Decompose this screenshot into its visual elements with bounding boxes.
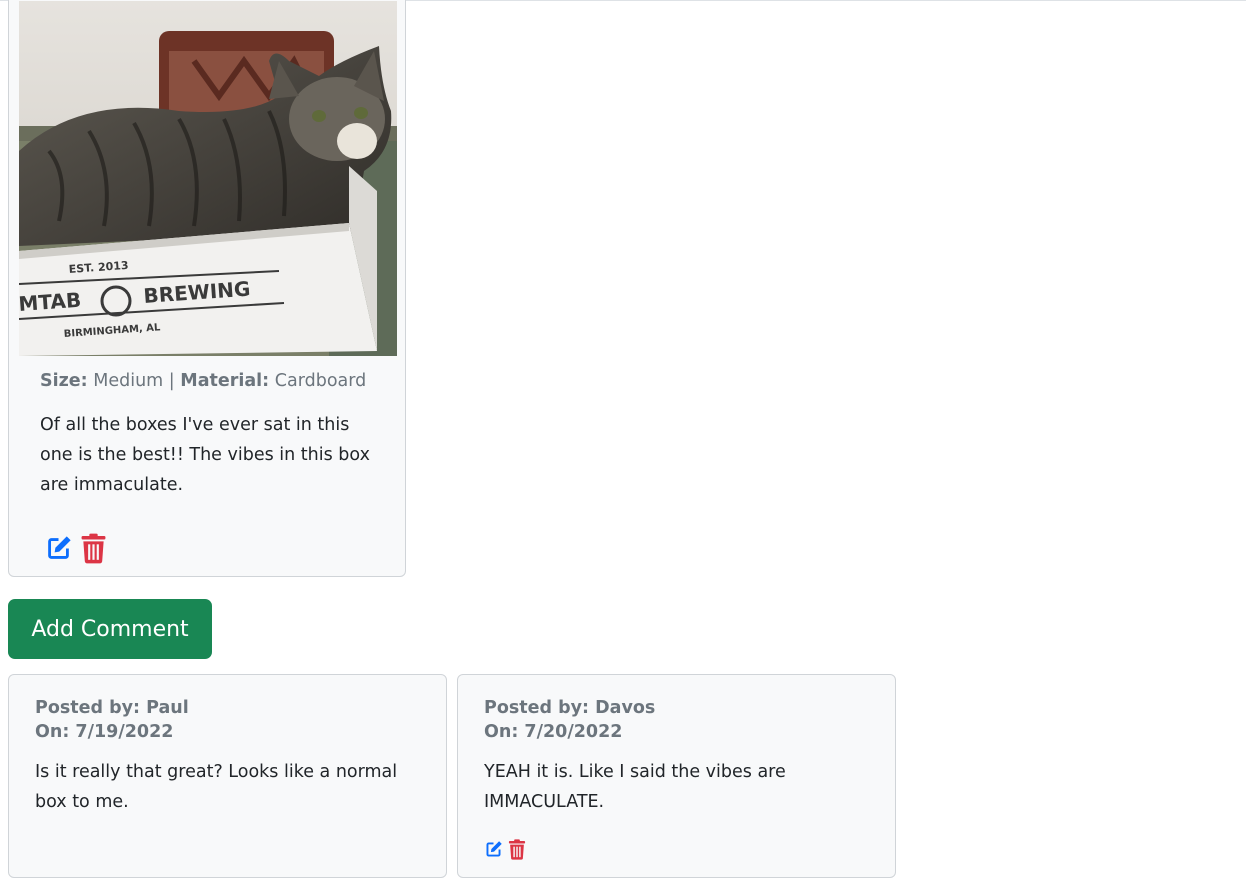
size-value: Medium: [93, 371, 164, 391]
box-brand-left-text: MTAB: [19, 288, 82, 316]
edit-icon[interactable]: [483, 839, 504, 860]
trash-icon[interactable]: [80, 533, 107, 564]
material-label: Material:: [180, 371, 270, 391]
comment-date: On: 7/19/2022: [35, 722, 174, 742]
post-card: EST. 2013 MTAB BREWING BIRMINGHAM, AL Si…: [8, 0, 406, 577]
comment-actions: [483, 839, 526, 860]
comment-text: Is it really that great? Looks like a no…: [35, 762, 398, 812]
cat-photo: EST. 2013 MTAB BREWING BIRMINGHAM, AL: [19, 1, 397, 356]
post-description: Of all the boxes I've ever sat in this o…: [40, 415, 370, 495]
post-meta: Size: Medium | Material: Cardboard: [40, 371, 366, 391]
comment-author: Posted by: Paul: [35, 698, 189, 718]
trash-icon[interactable]: [508, 839, 526, 860]
material-value: Cardboard: [274, 371, 367, 391]
size-label: Size:: [40, 371, 88, 391]
comment-card: Posted by: Davos On: 7/20/2022 YEAH it i…: [457, 674, 896, 878]
comment-date: On: 7/20/2022: [484, 722, 623, 742]
comment-author: Posted by: Davos: [484, 698, 656, 718]
edit-icon[interactable]: [43, 533, 74, 564]
add-comment-button[interactable]: Add Comment: [8, 599, 212, 659]
post-actions: [43, 533, 107, 564]
meta-separator: |: [168, 371, 175, 391]
comment-text: YEAH it is. Like I said the vibes are IM…: [484, 762, 786, 812]
comment-card: Posted by: Paul On: 7/19/2022 Is it real…: [8, 674, 447, 878]
